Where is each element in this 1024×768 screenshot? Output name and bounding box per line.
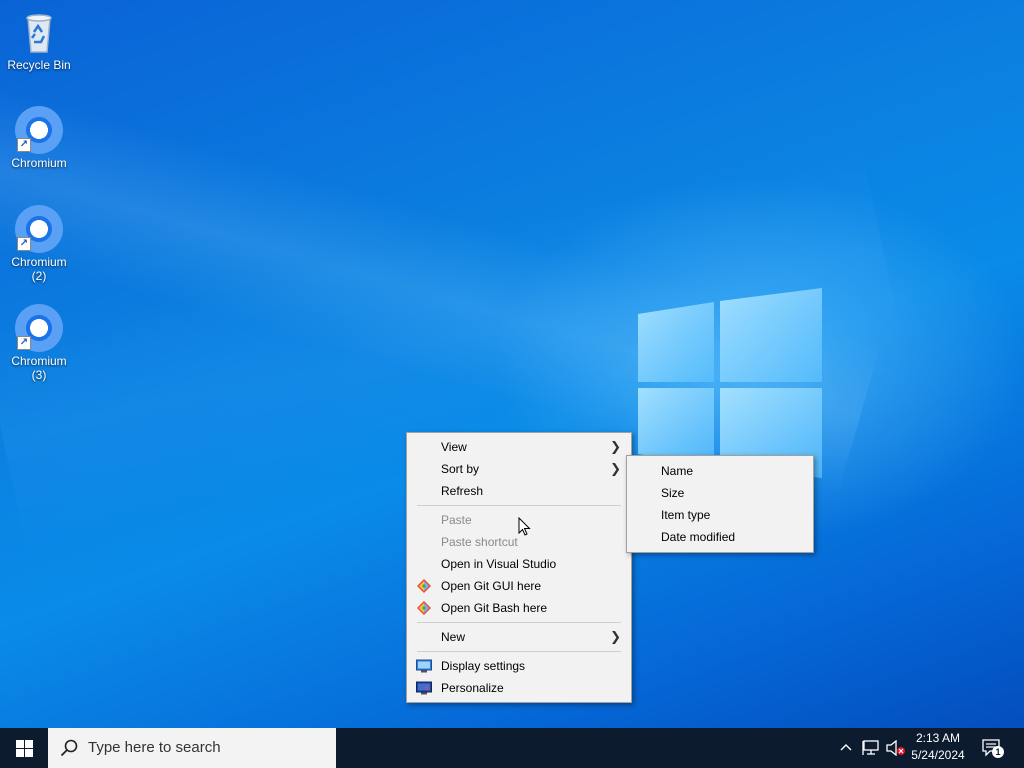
taskbar-search-box[interactable]: Type here to search	[48, 728, 336, 768]
chromium-icon: ↗	[15, 205, 63, 253]
chevron-right-icon: ❯	[610, 629, 621, 644]
desktop-icon-chromium-2[interactable]: ↗ Chromium (2)	[4, 205, 74, 283]
menu-item-open-git-gui[interactable]: Open Git GUI here	[407, 575, 631, 597]
windows-start-icon	[16, 740, 33, 757]
menu-item-new[interactable]: New ❯	[407, 626, 631, 648]
menu-item-label: Name	[661, 464, 694, 478]
shortcut-arrow-icon: ↗	[17, 138, 31, 152]
menu-item-label: New	[441, 630, 466, 644]
chevron-right-icon: ❯	[610, 461, 621, 476]
desktop-icon-recycle-bin[interactable]: Recycle Bin	[4, 8, 74, 72]
start-button[interactable]	[0, 728, 48, 768]
chevron-right-icon: ❯	[610, 439, 621, 454]
submenu-item-name[interactable]: Name	[627, 460, 813, 482]
git-icon	[417, 601, 431, 615]
desktop-icon-label: Recycle Bin	[7, 58, 71, 72]
windows-logo-wallpaper	[638, 288, 822, 478]
menu-item-display-settings[interactable]: Display settings	[407, 655, 631, 677]
shortcut-arrow-icon: ↗	[17, 336, 31, 350]
menu-item-label: Personalize	[441, 681, 504, 695]
menu-separator	[417, 622, 621, 623]
menu-item-open-git-bash[interactable]: Open Git Bash here	[407, 597, 631, 619]
chromium-icon: ↗	[15, 106, 63, 154]
menu-item-label: Open Git Bash here	[441, 601, 548, 615]
mouse-cursor-icon	[518, 517, 531, 536]
shortcut-arrow-icon: ↗	[17, 237, 31, 251]
menu-item-label: Size	[661, 486, 685, 500]
menu-item-label: Refresh	[441, 484, 484, 498]
menu-item-label: Date modified	[661, 530, 736, 544]
menu-separator	[417, 505, 621, 506]
menu-item-label: Display settings	[441, 659, 526, 673]
desktop-icon-chromium[interactable]: ↗ Chromium	[4, 106, 74, 170]
recycle-bin-icon	[15, 8, 63, 56]
menu-item-open-in-visual-studio[interactable]: Open in Visual Studio	[407, 553, 631, 575]
menu-item-personalize[interactable]: Personalize	[407, 677, 631, 699]
menu-item-view[interactable]: View ❯	[407, 436, 631, 458]
git-icon	[417, 579, 431, 593]
submenu-item-size[interactable]: Size	[627, 482, 813, 504]
desktop-icon-chromium-3[interactable]: ↗ Chromium (3)	[4, 304, 74, 382]
submenu-item-item-type[interactable]: Item type	[627, 504, 813, 526]
chromium-icon: ↗	[15, 304, 63, 352]
notification-count-badge: 1	[992, 746, 1004, 758]
desktop-icon-label: Chromium	[11, 156, 67, 170]
volume-muted-icon[interactable]	[886, 740, 906, 756]
menu-item-refresh[interactable]: Refresh	[407, 480, 631, 502]
desktop-icon-label: Chromium (2)	[11, 255, 67, 283]
search-icon	[60, 739, 78, 757]
menu-item-label: Paste	[441, 513, 472, 527]
desktop-icon-label: Chromium (3)	[11, 354, 67, 382]
display-icon	[416, 659, 432, 673]
network-icon[interactable]	[862, 740, 880, 756]
menu-item-label: Sort by	[441, 462, 480, 476]
clock-time: 2:13 AM	[915, 731, 961, 745]
submenu-item-date-modified[interactable]: Date modified	[627, 526, 813, 548]
clock-date: 5/24/2024	[911, 748, 965, 762]
menu-item-label: Item type	[661, 508, 711, 522]
menu-item-label: Open Git GUI here	[441, 579, 542, 593]
search-placeholder: Type here to search	[88, 739, 221, 756]
desktop-context-menu: View ❯ Sort by ❯ Refresh Paste Paste sho…	[406, 432, 632, 703]
menu-item-label: Paste shortcut	[441, 535, 518, 549]
sort-by-submenu: Name Size Item type Date modified	[626, 455, 814, 553]
menu-item-label: Open in Visual Studio	[441, 557, 557, 571]
taskbar-clock[interactable]: 2:13 AM 5/24/2024	[906, 730, 970, 764]
chevron-up-icon[interactable]	[840, 742, 852, 754]
menu-item-label: View	[441, 440, 467, 454]
taskbar: Type here to search 2:13 AM 5/24/2024 1	[0, 728, 1024, 768]
menu-separator	[417, 651, 621, 652]
personalize-icon	[416, 681, 432, 695]
action-center-button[interactable]: 1	[982, 738, 1004, 758]
menu-item-sort-by[interactable]: Sort by ❯	[407, 458, 631, 480]
